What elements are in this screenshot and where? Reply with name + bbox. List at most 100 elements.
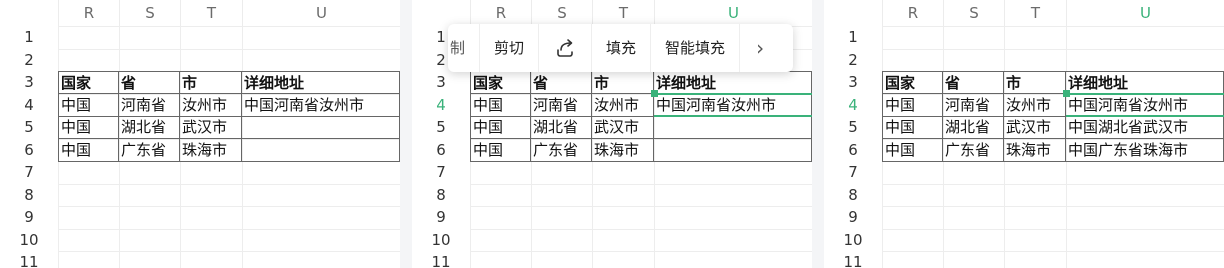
table-cell[interactable]: 中国 [58,138,119,162]
table-header-cell[interactable]: 市 [180,71,242,94]
selection-handle[interactable] [1063,89,1070,97]
selection-handle[interactable] [651,89,658,97]
row-header-8[interactable]: 8 [0,184,58,207]
row-header-8[interactable]: 8 [824,184,882,207]
row-header-10[interactable]: 10 [0,229,58,252]
row-header-6[interactable]: 6 [824,139,882,162]
row-header-5[interactable]: 5 [412,116,470,139]
column-header-t[interactable]: T [592,0,654,26]
table-header-cell[interactable]: 省 [943,71,1004,94]
row-header-5[interactable]: 5 [824,116,882,139]
table-cell[interactable]: 中国河南省汝州市 [1066,93,1224,117]
table-cell[interactable]: 汝州市 [1004,93,1066,117]
share-button[interactable] [539,24,591,72]
row-header-7[interactable]: 7 [824,161,882,184]
row-header-11[interactable]: 11 [824,251,882,268]
row-header-11[interactable]: 11 [412,251,470,268]
row-header-1[interactable]: 1 [824,26,882,49]
table-cell[interactable]: 珠海市 [1004,138,1066,162]
table-cell[interactable]: 广东省 [531,138,592,162]
table-header-cell[interactable]: 省 [119,71,180,94]
row-header-2[interactable]: 2 [0,49,58,72]
row-header-9[interactable]: 9 [0,206,58,229]
table-cell[interactable]: 武汉市 [180,116,242,139]
column-header-s[interactable]: S [119,0,180,26]
table-cell[interactable]: 中国 [470,138,531,162]
table-cell[interactable]: 中国 [882,138,943,162]
table-cell[interactable]: 中国 [470,116,531,139]
table-cell[interactable]: 武汉市 [1004,116,1066,139]
smart-fill-button[interactable]: 智能填充 [651,24,739,72]
copy-button[interactable]: 制 [448,24,479,72]
column-header-u[interactable]: U [1066,0,1224,26]
table-header-cell[interactable]: 市 [1004,71,1066,94]
row-header-10[interactable]: 10 [824,229,882,252]
row-header-3[interactable]: 3 [0,71,58,94]
table-cell[interactable] [654,138,812,162]
table-cell[interactable]: 中国河南省汝州市 [242,93,400,117]
table-cell[interactable]: 中国 [58,93,119,117]
column-header-u[interactable]: U [654,0,812,26]
row-header-3[interactable]: 3 [412,71,470,94]
table-cell[interactable]: 湖北省 [119,116,180,139]
row-header-9[interactable]: 9 [412,206,470,229]
table-header-cell[interactable]: 省 [531,71,592,94]
column-header-s[interactable]: S [531,0,592,26]
table-cell[interactable]: 汝州市 [180,93,242,117]
grid-line [470,183,812,185]
table-header-cell[interactable]: 详细地址 [654,71,812,94]
row-header-6[interactable]: 6 [412,139,470,162]
chevron-right-icon[interactable]: › [740,24,780,72]
fill-button[interactable]: 填充 [592,24,650,72]
row-header-4[interactable]: 4 [0,94,58,117]
row-header-4[interactable]: 4 [412,94,470,117]
column-header-u[interactable]: U [242,0,400,26]
row-header-11[interactable]: 11 [0,251,58,268]
table-cell[interactable]: 中国 [58,116,119,139]
column-header-r[interactable]: R [882,0,943,26]
row-header-5[interactable]: 5 [0,116,58,139]
table-cell[interactable]: 武汉市 [592,116,654,139]
table-cell[interactable]: 湖北省 [943,116,1004,139]
table-cell[interactable] [242,116,400,139]
table-cell[interactable] [654,116,812,139]
table-header-cell[interactable]: 国家 [882,71,943,94]
row-header-10[interactable]: 10 [412,229,470,252]
table-cell[interactable]: 河南省 [943,93,1004,117]
table-cell[interactable]: 广东省 [943,138,1004,162]
row-header-4[interactable]: 4 [824,94,882,117]
cut-button[interactable]: 剪切 [480,24,538,72]
table-cell[interactable]: 河南省 [119,93,180,117]
table-header-cell[interactable]: 国家 [58,71,119,94]
table-header-cell[interactable]: 详细地址 [1066,71,1224,94]
table-cell[interactable]: 中国河南省汝州市 [654,93,812,117]
column-header-t[interactable]: T [1004,0,1066,26]
table-cell[interactable] [242,138,400,162]
table-cell[interactable]: 中国 [882,93,943,117]
row-header-3[interactable]: 3 [824,71,882,94]
table-header-cell[interactable]: 详细地址 [242,71,400,94]
row-header-1[interactable]: 1 [0,26,58,49]
table-cell[interactable]: 汝州市 [592,93,654,117]
row-header-9[interactable]: 9 [824,206,882,229]
row-header-7[interactable]: 7 [0,161,58,184]
table-header-cell[interactable]: 国家 [470,71,531,94]
table-cell[interactable]: 中国广东省珠海市 [1066,138,1224,162]
table-cell[interactable]: 河南省 [531,93,592,117]
row-header-2[interactable]: 2 [824,49,882,72]
row-header-8[interactable]: 8 [412,184,470,207]
table-cell[interactable]: 珠海市 [592,138,654,162]
table-cell[interactable]: 中国 [882,116,943,139]
column-header-r[interactable]: R [58,0,119,26]
table-cell[interactable]: 珠海市 [180,138,242,162]
row-header-6[interactable]: 6 [0,139,58,162]
table-cell[interactable]: 湖北省 [531,116,592,139]
table-cell[interactable]: 中国 [470,93,531,117]
column-header-t[interactable]: T [180,0,242,26]
column-header-s[interactable]: S [943,0,1004,26]
table-cell[interactable]: 广东省 [119,138,180,162]
table-cell[interactable]: 中国湖北省武汉市 [1066,116,1224,139]
row-header-7[interactable]: 7 [412,161,470,184]
table-header-cell[interactable]: 市 [592,71,654,94]
column-header-r[interactable]: R [470,0,531,26]
